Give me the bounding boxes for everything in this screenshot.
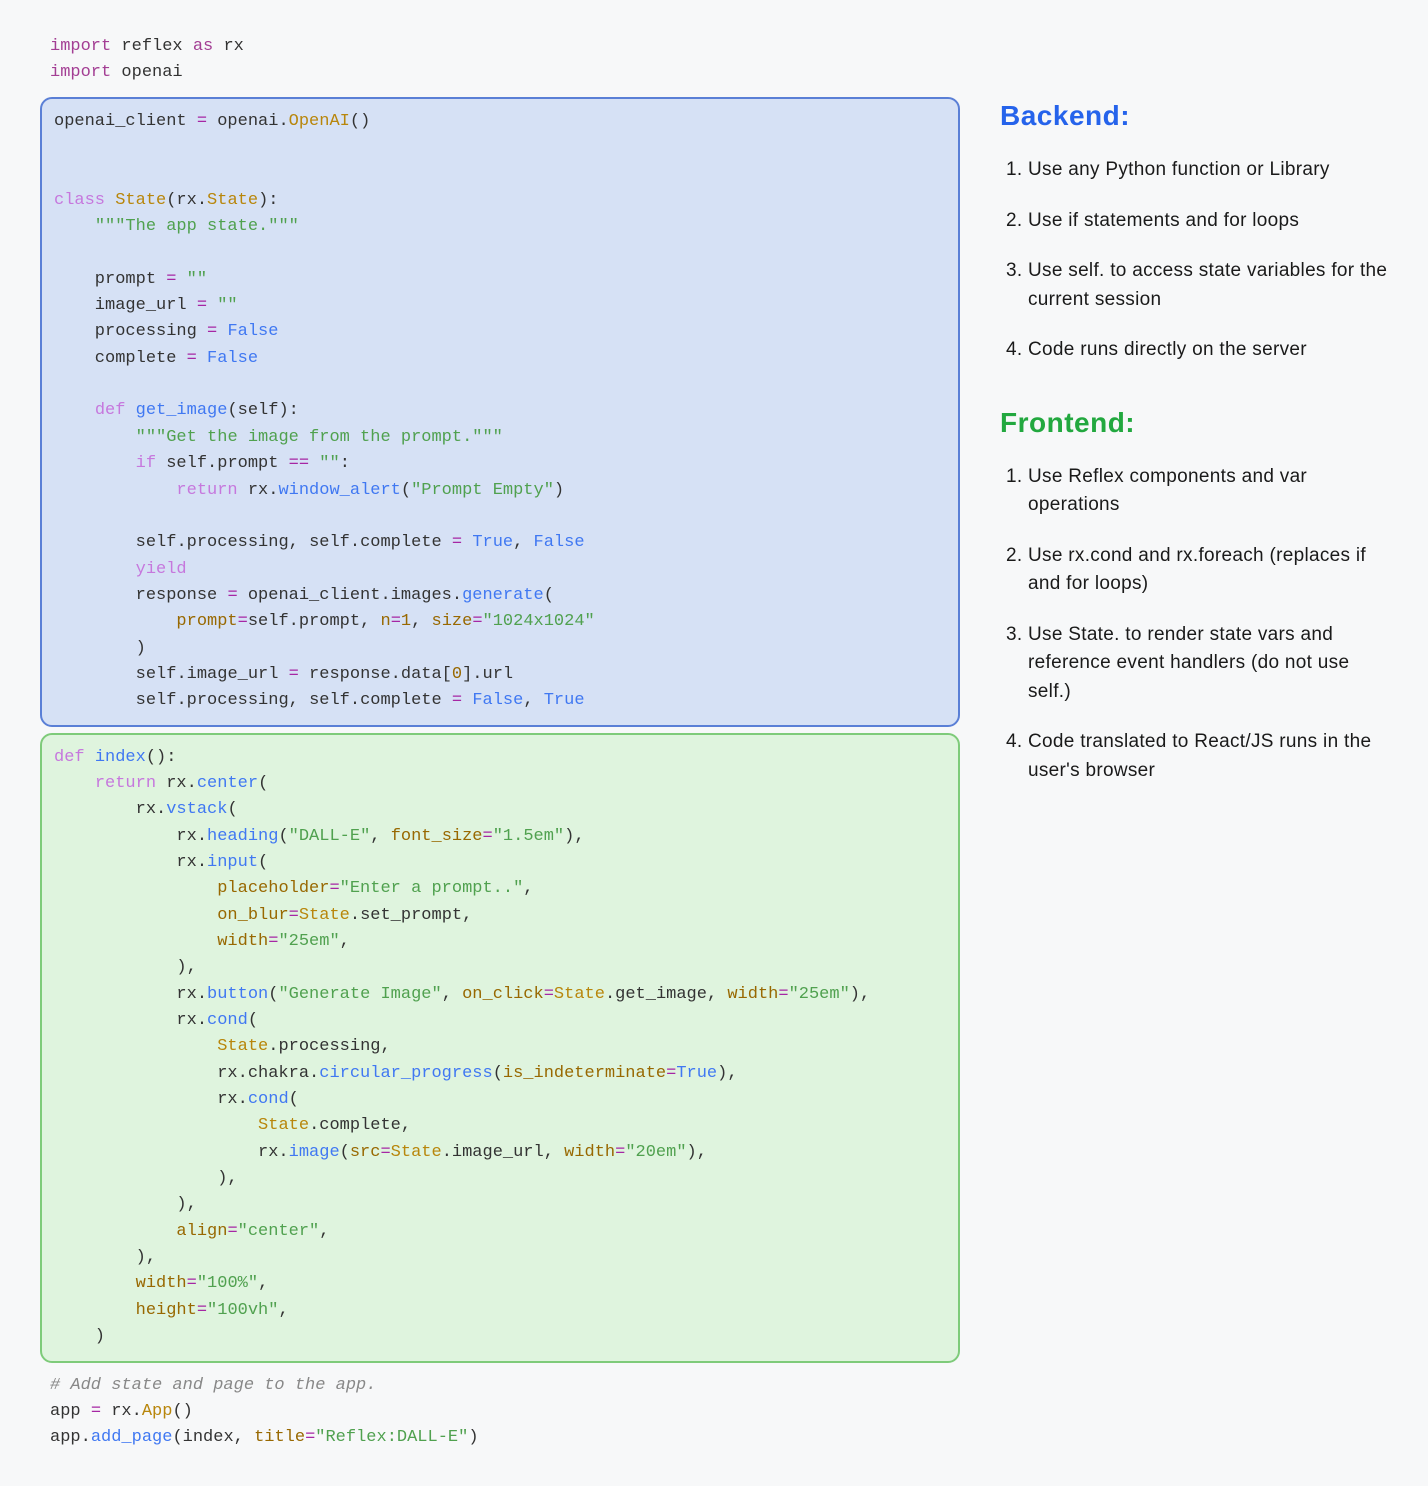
backend-list: Use any Python function or Library Use i… <box>1000 156 1388 365</box>
list-item: Use Reflex components and var operations <box>1028 463 1388 520</box>
code-footer: # Add state and page to the app. app = r… <box>40 1369 960 1456</box>
code-frontend-block: def index(): return rx.center( rx.vstack… <box>40 733 960 1363</box>
list-item: Use self. to access state variables for … <box>1028 257 1388 314</box>
list-item: Use if statements and for loops <box>1028 207 1388 236</box>
code-backend-block: openai_client = openai.OpenAI() class St… <box>40 97 960 727</box>
list-item: Code runs directly on the server <box>1028 336 1388 365</box>
code-column: import reflex as rx import openai openai… <box>40 30 960 1456</box>
list-item: Use any Python function or Library <box>1028 156 1388 185</box>
frontend-title: Frontend: <box>1000 407 1388 439</box>
list-item: Use State. to render state vars and refe… <box>1028 621 1388 707</box>
layout-container: import reflex as rx import openai openai… <box>40 30 1388 1456</box>
list-item: Use rx.cond and rx.foreach (replaces if … <box>1028 542 1388 599</box>
frontend-list: Use Reflex components and var operations… <box>1000 463 1388 786</box>
frontend-info-section: Frontend: Use Reflex components and var … <box>1000 407 1388 786</box>
backend-title: Backend: <box>1000 100 1388 132</box>
backend-info-section: Backend: Use any Python function or Libr… <box>1000 100 1388 365</box>
info-column: Backend: Use any Python function or Libr… <box>1000 30 1388 1456</box>
list-item: Code translated to React/JS runs in the … <box>1028 728 1388 785</box>
code-imports: import reflex as rx import openai <box>40 30 960 91</box>
